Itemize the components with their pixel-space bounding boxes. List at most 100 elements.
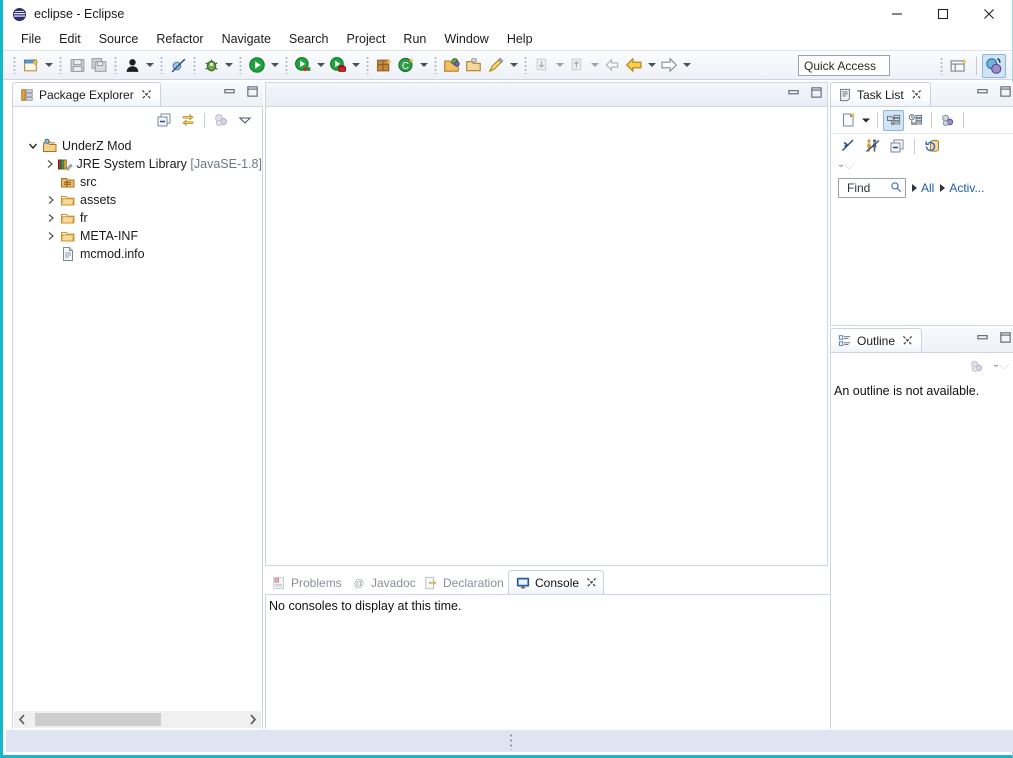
minimize-icon[interactable]	[786, 85, 800, 99]
collapse-all-icon[interactable]	[886, 135, 907, 156]
save-icon[interactable]	[66, 53, 88, 77]
hscroll-track[interactable]	[31, 711, 244, 728]
menu-project[interactable]: Project	[338, 29, 395, 49]
new-wizard-icon[interactable]	[20, 53, 42, 77]
new-class-icon[interactable]: C	[395, 53, 417, 77]
package-explorer-hscrollbar[interactable]	[14, 711, 261, 728]
synchronize-changed-icon[interactable]	[838, 135, 859, 156]
menu-refactor[interactable]: Refactor	[147, 29, 212, 49]
close-icon[interactable]	[141, 89, 152, 100]
maximize-icon[interactable]	[809, 85, 823, 99]
close-icon[interactable]	[911, 89, 922, 100]
person-dropdown-icon[interactable]	[143, 53, 156, 77]
show-ui-legend-icon[interactable]	[862, 135, 883, 156]
prev-annotation-icon[interactable]	[531, 53, 553, 77]
open-task-icon[interactable]	[463, 53, 485, 77]
task-filter-activate[interactable]: Activ...	[940, 181, 984, 195]
open-type-icon[interactable]	[441, 53, 463, 77]
tab-outline[interactable]: Outline	[830, 328, 923, 352]
close-icon[interactable]	[902, 335, 913, 346]
scheduled-presentation-icon[interactable]	[905, 110, 926, 131]
last-edit-icon[interactable]	[601, 53, 623, 77]
skip-breakpoints-icon[interactable]	[167, 53, 189, 77]
chevron-right-icon[interactable]	[43, 155, 57, 173]
forward-dropdown-icon[interactable]	[680, 53, 693, 77]
quick-access-input[interactable]: Quick Access	[798, 55, 890, 76]
categorized-presentation-icon[interactable]	[883, 109, 904, 131]
next-annotation-icon[interactable]	[566, 53, 588, 77]
chevron-right-icon[interactable]	[43, 227, 59, 245]
tab-declaration[interactable]: Declaration	[423, 572, 504, 594]
tree-item-fr[interactable]: fr	[13, 209, 262, 227]
person-icon[interactable]	[121, 53, 143, 77]
external-tools-dropdown-icon[interactable]	[349, 53, 362, 77]
new-class-dropdown-icon[interactable]	[417, 53, 430, 77]
tree-item-jre-system-library[interactable]: JRE System Library [JavaSE-1.8]	[13, 155, 262, 173]
menu-source[interactable]: Source	[90, 29, 148, 49]
search-icon[interactable]	[890, 181, 902, 196]
minimize-icon[interactable]	[975, 84, 989, 98]
maximize-icon[interactable]	[998, 330, 1012, 344]
save-all-icon[interactable]	[88, 53, 110, 77]
task-filter-all[interactable]: All	[912, 181, 934, 195]
coverage-dropdown-icon[interactable]	[314, 53, 327, 77]
hscroll-thumb[interactable]	[35, 713, 161, 726]
run-dropdown-icon[interactable]	[268, 53, 281, 77]
debug-icon[interactable]	[200, 53, 222, 77]
view-menu-icon[interactable]	[234, 110, 256, 130]
restore-tasks-icon[interactable]	[922, 135, 943, 156]
next-annotation-dropdown-icon[interactable]	[588, 53, 601, 77]
find-input[interactable]: Find	[838, 178, 906, 198]
scroll-left-icon[interactable]	[14, 711, 31, 728]
close-button[interactable]	[966, 0, 1012, 28]
debug-dropdown-icon[interactable]	[222, 53, 235, 77]
tab-problems[interactable]: Problems	[271, 572, 342, 594]
resize-grip[interactable]	[509, 733, 512, 750]
external-tools-icon[interactable]	[327, 53, 349, 77]
minimize-icon[interactable]	[222, 84, 236, 98]
menu-edit[interactable]: Edit	[50, 29, 90, 49]
focus-on-active-task-icon[interactable]	[210, 110, 232, 130]
perspective-java-icon[interactable]	[982, 54, 1006, 78]
tree-item-underz-mod[interactable]: UnderZ Mod	[13, 137, 262, 155]
focus-on-active-task-icon[interactable]	[965, 356, 987, 376]
view-menu-icon[interactable]	[838, 157, 854, 175]
new-task-icon[interactable]	[838, 110, 859, 131]
menu-window[interactable]: Window	[435, 29, 497, 49]
new-task-dropdown-icon[interactable]	[860, 113, 872, 127]
editor-canvas[interactable]	[266, 108, 827, 565]
tab-console[interactable]: Console	[508, 570, 605, 594]
search-icon[interactable]	[485, 53, 507, 77]
maximize-icon[interactable]	[245, 84, 259, 98]
menu-run[interactable]: Run	[394, 29, 435, 49]
close-icon[interactable]	[586, 577, 597, 588]
new-java-package-icon[interactable]	[373, 53, 395, 77]
view-menu-icon[interactable]	[993, 357, 1009, 375]
run-icon[interactable]	[246, 53, 268, 77]
collapse-all-icon[interactable]	[153, 110, 175, 130]
new-wizard-dropdown-icon[interactable]	[42, 53, 55, 77]
menu-file[interactable]: File	[12, 29, 50, 49]
link-with-editor-icon[interactable]	[177, 110, 199, 130]
minimize-icon[interactable]	[975, 330, 989, 344]
maximize-icon[interactable]	[998, 84, 1012, 98]
tab-package-explorer[interactable]: Package Explorer	[12, 82, 161, 106]
tree-item-meta-inf[interactable]: META-INF	[13, 227, 262, 245]
back-icon[interactable]	[623, 53, 645, 77]
maximize-button[interactable]	[920, 0, 966, 28]
chevron-right-icon[interactable]	[43, 209, 59, 227]
minimize-button[interactable]	[874, 0, 920, 28]
coverage-icon[interactable]	[292, 53, 314, 77]
forward-icon[interactable]	[658, 53, 680, 77]
chevron-down-icon[interactable]	[25, 137, 41, 155]
back-dropdown-icon[interactable]	[645, 53, 658, 77]
menu-help[interactable]: Help	[498, 29, 542, 49]
open-perspective-icon[interactable]	[947, 54, 971, 78]
tree-item-mcmod-info[interactable]: mcmod.info	[13, 245, 262, 263]
chevron-right-icon[interactable]	[43, 191, 59, 209]
prev-annotation-dropdown-icon[interactable]	[553, 53, 566, 77]
tree-item-src[interactable]: src	[13, 173, 262, 191]
menu-navigate[interactable]: Navigate	[213, 29, 280, 49]
tree-item-assets[interactable]: assets	[13, 191, 262, 209]
tab-javadoc[interactable]: @ Javadoc	[351, 572, 416, 594]
